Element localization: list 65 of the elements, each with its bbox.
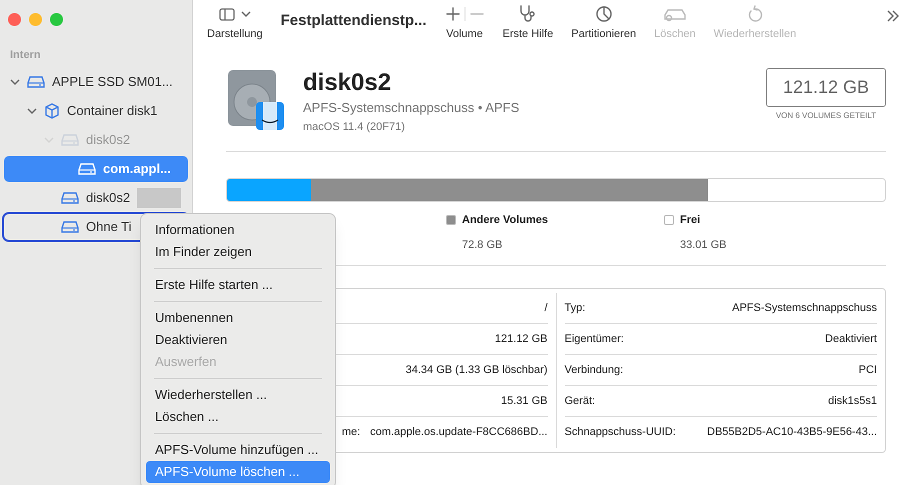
volume-subtitle: APFS-Systemschnappschuss • APFS — [303, 99, 520, 117]
item-label: Ohne Ti — [86, 218, 132, 236]
restore-icon — [746, 5, 763, 23]
legend-label: Frei — [680, 213, 700, 228]
item-label: disk0s2 — [86, 131, 130, 150]
disk-drive-icon — [226, 68, 284, 132]
detail-label: me: — [342, 425, 360, 440]
detail-value: DB55B2D5-AC10-43B5-9E56-43... — [707, 425, 877, 440]
item-label: com.appl... — [103, 160, 171, 178]
plus-minus-icon — [444, 6, 484, 22]
more-icon[interactable] — [886, 10, 900, 22]
window-title: Festplattendienstp... — [280, 11, 426, 31]
drive-icon — [78, 163, 96, 175]
detail-label: Gerät: — [564, 394, 596, 409]
detail-value: com.apple.os.update-F8CC686BD... — [370, 425, 548, 440]
drive-icon — [61, 192, 79, 204]
detail-value: disk1s5s1 — [828, 394, 877, 409]
capacity-note: VON 6 VOLUMES GETEILT — [776, 110, 876, 122]
menu-item[interactable]: APFS-Volume hinzufügen ... — [146, 439, 330, 461]
os-version: macOS 11.4 (20F71) — [303, 120, 406, 134]
menu-item[interactable]: Erste Hilfe starten ... — [146, 274, 330, 296]
detail-value: / — [544, 300, 548, 316]
detail-value: Deaktiviert — [825, 332, 877, 347]
item-label: Container disk1 — [67, 102, 158, 120]
chevron-icon[interactable] — [240, 10, 251, 18]
menu-item[interactable]: Wiederherstellen ... — [146, 384, 330, 406]
drive-icon — [27, 76, 45, 88]
item-label: APPLE SSD SM01... — [52, 73, 173, 92]
redaction-block — [137, 188, 182, 208]
detail-value: 121.12 GB — [494, 332, 548, 347]
section-heading: Intern — [9, 48, 42, 63]
detail-label: Verbindung: — [564, 362, 624, 378]
detail-value: APFS-Systemschnappschuss — [732, 300, 877, 316]
sidebar-item[interactable]: Container disk1 — [4, 98, 188, 124]
close-button[interactable] — [8, 13, 21, 26]
chevron-icon[interactable] — [10, 78, 20, 86]
toolbar-button[interactable]: Volume — [444, 6, 484, 42]
sidebar-item[interactable]: APPLE SSD SM01... — [4, 69, 188, 95]
toolbar-button[interactable]: Partitionieren — [571, 6, 636, 42]
menu-item[interactable]: Deaktivieren — [146, 329, 330, 351]
detail-value: 15.31 GB — [501, 394, 548, 409]
detail-value: 34.34 GB (1.33 GB löschbar) — [406, 362, 548, 378]
legend-value: 33.01 GB — [679, 238, 728, 252]
sidebar-icon — [218, 8, 235, 20]
detail-label: Eigentümer: — [564, 332, 624, 347]
legend-label: Andere Volumes — [462, 213, 548, 228]
menu-item[interactable]: Umbenennen — [146, 307, 330, 329]
item-label: disk0s2 — [86, 189, 130, 208]
detail-value: PCI — [858, 362, 877, 378]
sidebar-item[interactable]: disk0s2 — [4, 185, 188, 211]
detail-label: Schnappschuss-UUID: — [564, 425, 676, 440]
cube-icon — [44, 103, 60, 119]
pie-chart-icon — [594, 5, 613, 23]
menu-item[interactable]: Informationen — [146, 219, 330, 241]
legend-value: 72.8 GB — [461, 238, 504, 252]
menu-item[interactable]: Im Finder zeigen — [146, 241, 330, 263]
toolbar-button[interactable]: Erste Hilfe — [502, 6, 554, 42]
capacity-box: 121.12 GB — [766, 68, 886, 107]
chevron-icon[interactable] — [27, 107, 37, 115]
detail-label: Typ: — [564, 300, 586, 316]
volume-name: disk0s2 — [303, 68, 392, 98]
view-button[interactable]: Darstellung — [207, 6, 263, 42]
drive-icon — [61, 134, 79, 146]
menu-item[interactable]: Löschen ... — [146, 406, 330, 428]
drive-icon — [61, 221, 79, 233]
